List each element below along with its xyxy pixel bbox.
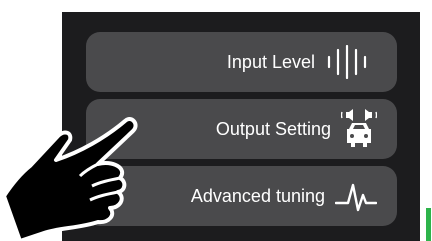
car-speakers-icon [341, 109, 377, 149]
output-setting-label: Output Setting [215, 118, 331, 139]
pointing-hand-icon [2, 117, 138, 241]
level-indicator-bar [426, 208, 431, 241]
pulse-line-icon [335, 179, 377, 213]
input-level-button[interactable]: Input Level [86, 32, 397, 92]
input-level-label: Input Level [226, 51, 315, 72]
advanced-tuning-label: Advanced tuning [190, 185, 325, 206]
waveform-bars-icon [325, 45, 377, 79]
